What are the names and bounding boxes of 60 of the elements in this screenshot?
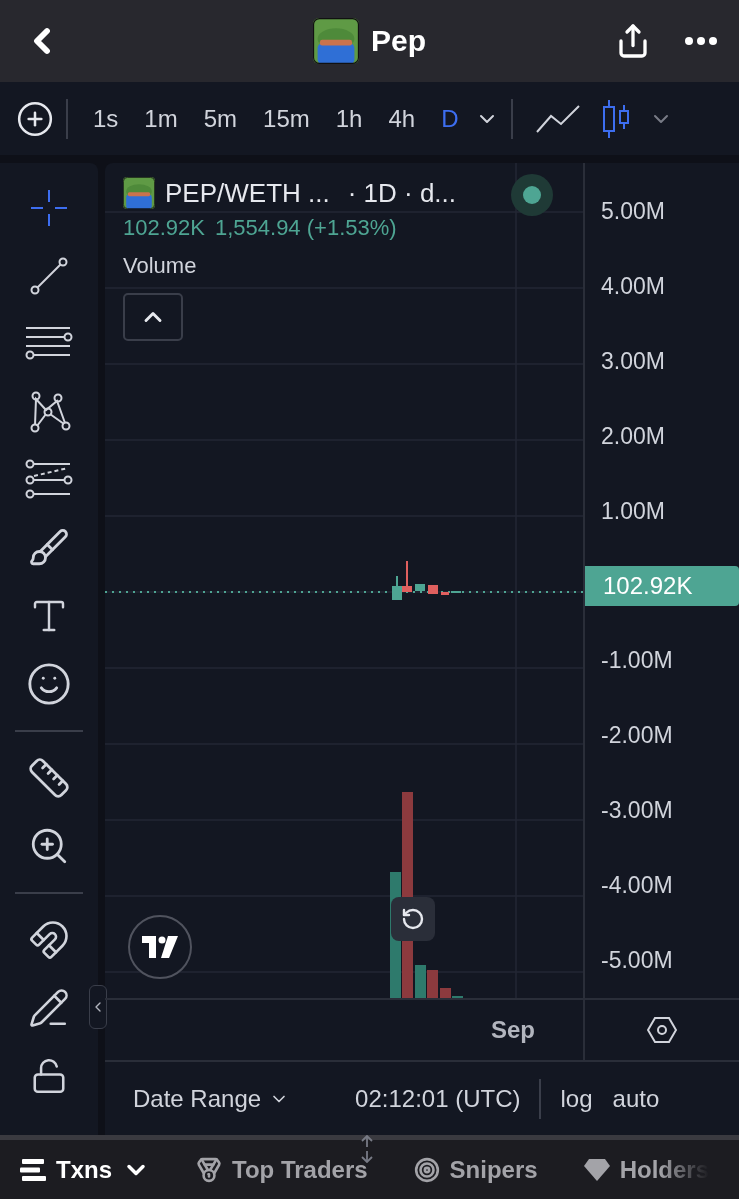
interval-label: · 1D · d...: [347, 177, 457, 209]
token-title: Pep: [371, 24, 426, 58]
axis-label: 2.00M: [600, 422, 665, 450]
bottom-tab[interactable]: Txns: [20, 1155, 150, 1184]
list-icon: [20, 1158, 46, 1181]
axis-label: -1.00M: [600, 647, 673, 675]
candlestick-icon[interactable]: [601, 98, 632, 139]
axis-label: 1.00M: [600, 497, 665, 525]
settings-icon[interactable]: [647, 1016, 677, 1044]
axis-label: 5.00M: [600, 197, 665, 225]
collapse-handle[interactable]: [89, 985, 107, 1029]
axis-label: -3.00M: [600, 797, 673, 825]
timeframe-tab[interactable]: 4h: [375, 104, 429, 133]
bottom-tab[interactable]: Snipers: [413, 1155, 538, 1184]
diamond-icon: [583, 1158, 610, 1181]
target-icon: [413, 1156, 440, 1183]
smiley-icon[interactable]: [26, 661, 72, 707]
symbol-name: PEP/WETH ...: [165, 177, 330, 209]
ruler-icon[interactable]: [27, 756, 71, 800]
clock-time: 02:12:01 (UTC): [355, 1084, 521, 1113]
price-change: 1,554.94 (+1.53%): [214, 215, 397, 241]
scale-option[interactable]: log: [550, 1084, 603, 1113]
axis-label: 4.00M: [600, 272, 665, 300]
volume-bar: [427, 970, 438, 998]
timeframe-tab[interactable]: 1m: [131, 104, 191, 133]
timeframe-tab[interactable]: D: [428, 104, 472, 133]
more-button[interactable]: [685, 37, 717, 45]
pencil-icon[interactable]: [28, 987, 70, 1029]
magnet-icon[interactable]: [28, 919, 70, 961]
scale-option[interactable]: auto: [602, 1084, 670, 1113]
candle: [415, 584, 425, 591]
collapse-button[interactable]: [123, 293, 183, 341]
candle: [428, 585, 438, 594]
line-chart-icon[interactable]: [535, 103, 582, 134]
last-value: 102.92K: [123, 215, 205, 241]
axis-label: -4.00M: [600, 872, 673, 900]
live-indicator: [511, 174, 553, 216]
candle: [402, 560, 412, 592]
timeframe-tab[interactable]: 15m: [250, 104, 323, 133]
candle: [441, 592, 449, 595]
axis-label: -2.00M: [600, 722, 673, 750]
axis-label: -5.00M: [600, 947, 673, 974]
date-range-button[interactable]: Date Range: [133, 1084, 290, 1113]
reset-button[interactable]: [391, 897, 435, 941]
indicator-label: Volume: [123, 253, 198, 279]
time-label: Sep: [491, 1016, 535, 1044]
timeframe-tab[interactable]: 1s: [80, 104, 132, 133]
axis-label: 3.00M: [600, 347, 665, 375]
timeframe-tab[interactable]: 1h: [322, 104, 376, 133]
current-value-label: 102.92K: [585, 566, 739, 606]
volume-bar: [415, 965, 426, 998]
add-indicator-icon[interactable]: [16, 99, 54, 138]
logo-icon: [142, 936, 178, 958]
unlock-icon[interactable]: [30, 1057, 68, 1095]
more-icon: [685, 37, 717, 45]
reset-icon: [401, 907, 425, 931]
medal-icon: [196, 1156, 222, 1183]
bottom-tab[interactable]: Top Traders: [196, 1155, 368, 1184]
timeframe-tab[interactable]: 5m: [190, 104, 251, 133]
candle: [392, 575, 402, 600]
